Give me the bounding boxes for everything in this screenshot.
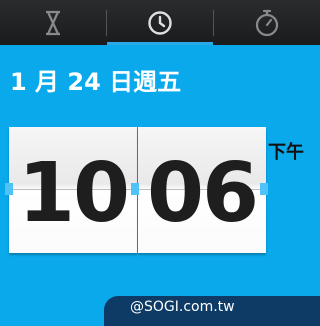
tab-bar: [0, 0, 320, 45]
date-label: 1 月 24 日週五: [10, 68, 182, 96]
hourglass-icon: [46, 10, 60, 35]
clock-icon: [148, 10, 172, 35]
card-hinge: [260, 183, 268, 195]
card-hinge: [5, 183, 13, 195]
minute-digits: 06: [146, 145, 259, 241]
hour-card: 10: [9, 127, 137, 253]
card-hinge: [131, 183, 139, 195]
tab-clock[interactable]: [107, 0, 213, 45]
tab-stopwatch[interactable]: [214, 0, 320, 45]
selected-tab-indicator: [107, 42, 213, 45]
ampm-label: 下午: [268, 142, 304, 163]
stopwatch-icon: [255, 9, 279, 36]
tab-timer[interactable]: [0, 0, 106, 45]
watermark: @SOGI.com.tw: [130, 299, 235, 315]
minute-card: 06: [138, 127, 266, 253]
hour-digits: 10: [17, 145, 130, 241]
